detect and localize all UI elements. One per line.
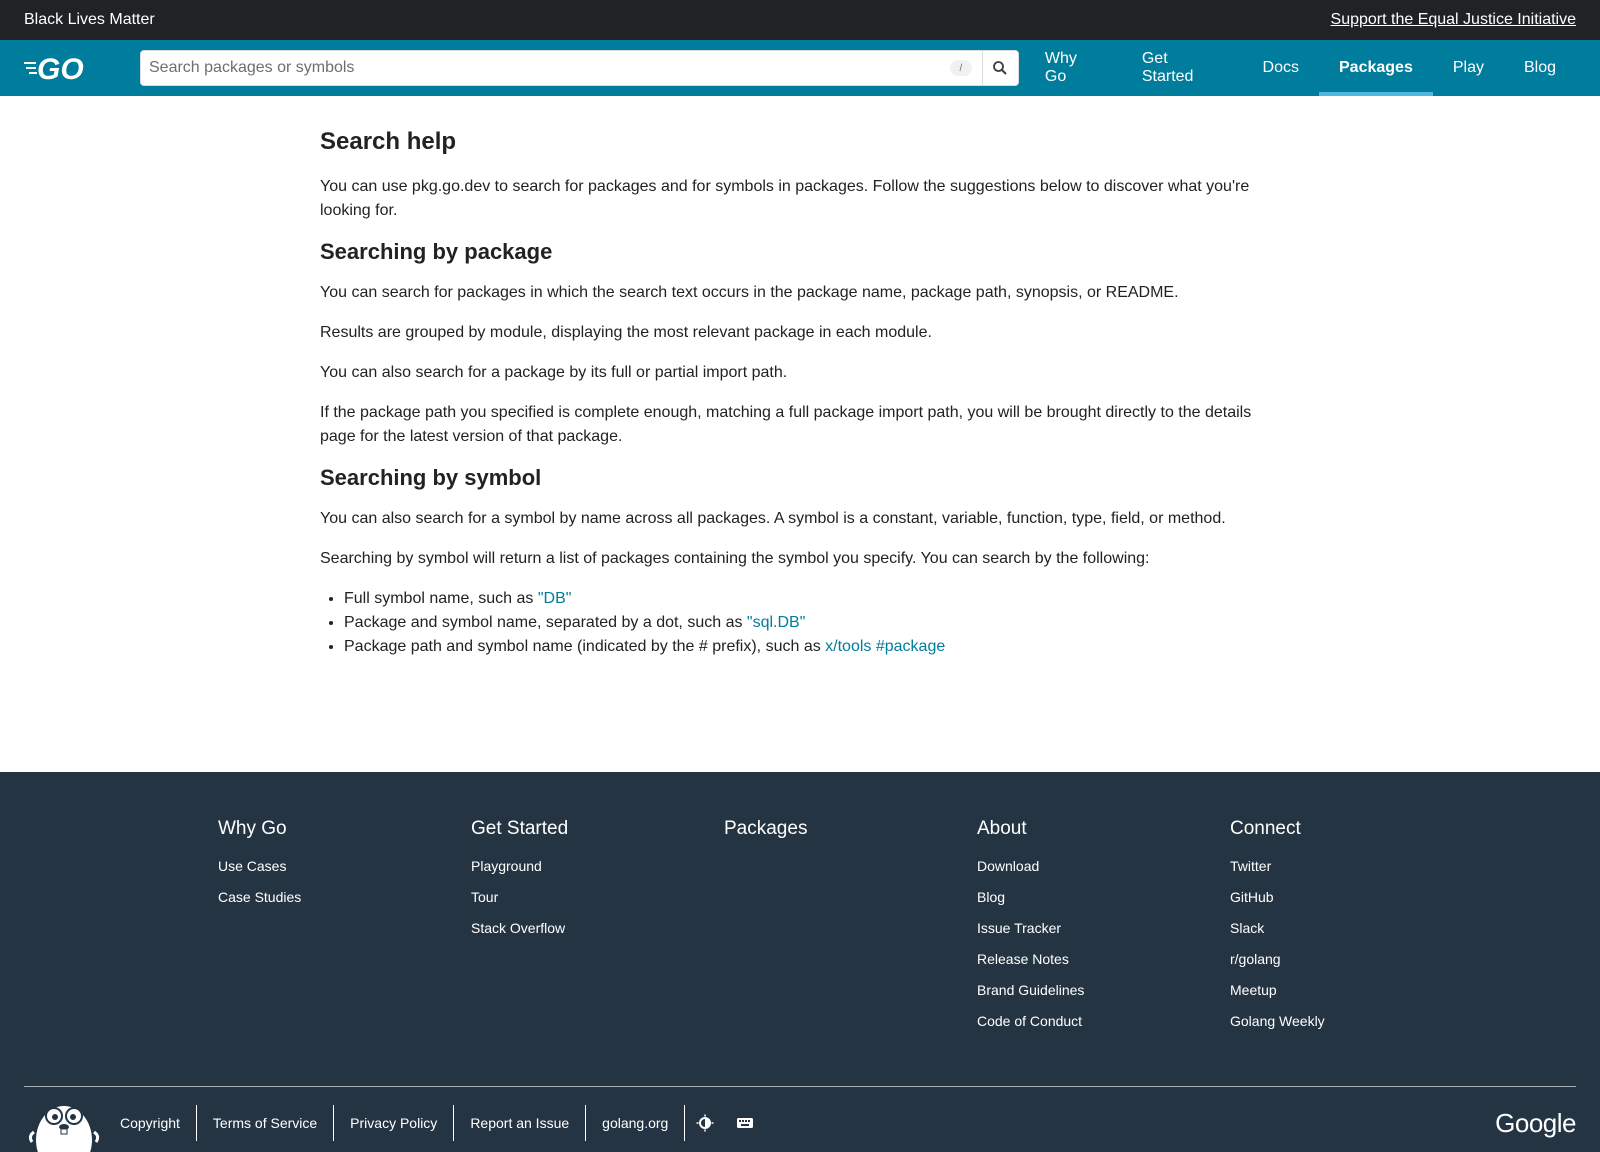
search-button[interactable]	[981, 51, 1018, 85]
package-paragraph: You can also search for a package by its…	[320, 364, 788, 381]
report-issue-link[interactable]: Report an Issue	[454, 1105, 587, 1141]
nav-play[interactable]: Play	[1433, 40, 1504, 96]
banner-text: Black Lives Matter	[24, 11, 155, 28]
footer-link[interactable]: Issue Tracker	[977, 920, 1230, 936]
footer-link[interactable]: Download	[977, 858, 1230, 874]
go-logo[interactable]: GO	[24, 52, 106, 84]
list-item-text: Package path and symbol name (indicated …	[344, 638, 826, 655]
google-logo[interactable]: Google	[1495, 1108, 1576, 1139]
footer-link[interactable]: Release Notes	[977, 951, 1230, 967]
symbol-paragraph: Searching by symbol will return a list o…	[320, 550, 1150, 567]
list-item-text: Full symbol name, such as	[344, 590, 538, 607]
svg-text:GO: GO	[37, 53, 84, 84]
list-item: Package path and symbol name (indicated …	[344, 635, 1260, 659]
main-nav: Why Go Get Started Docs Packages Play Bl…	[1025, 40, 1576, 96]
golang-org-link[interactable]: golang.org	[586, 1105, 686, 1141]
footer-col-title[interactable]: Connect	[1230, 818, 1483, 840]
terms-link[interactable]: Terms of Service	[197, 1105, 335, 1141]
intro-text: You can use pkg.go.dev to search for pac…	[320, 178, 1250, 219]
footer-col-why-go: Why Go Use Cases Case Studies	[218, 818, 471, 1044]
list-item-text: Package and symbol name, separated by a …	[344, 614, 747, 631]
footer-link[interactable]: Brand Guidelines	[977, 982, 1230, 998]
footer-bottom-bar: Copyright Terms of Service Privacy Polic…	[24, 1094, 1576, 1152]
site-header: GO / Why Go Get Started Docs Packages Pl…	[0, 40, 1600, 96]
symbol-search-options: Full symbol name, such as "DB" Package a…	[344, 587, 1260, 659]
footer-col-title[interactable]: Get Started	[471, 818, 724, 840]
footer-link[interactable]: Code of Conduct	[977, 1013, 1230, 1029]
footer-link[interactable]: Use Cases	[218, 858, 471, 874]
list-item: Full symbol name, such as "DB"	[344, 587, 1260, 611]
nav-get-started[interactable]: Get Started	[1122, 40, 1243, 96]
footer-col-title[interactable]: Why Go	[218, 818, 471, 840]
symbol-heading: Searching by symbol	[320, 465, 542, 490]
gopher-mascot-icon	[24, 1094, 104, 1152]
search-shortcut-hint: /	[949, 60, 972, 76]
package-paragraph: Results are grouped by module, displayin…	[320, 324, 932, 341]
example-link-xtools-package[interactable]: x/tools #package	[825, 638, 945, 655]
footer-link[interactable]: Meetup	[1230, 982, 1483, 998]
nav-docs[interactable]: Docs	[1243, 40, 1319, 96]
nav-why-go[interactable]: Why Go	[1025, 40, 1122, 96]
package-heading: Searching by package	[320, 239, 553, 264]
package-paragraph: You can search for packages in which the…	[320, 284, 1179, 301]
footer-columns: Why Go Use Cases Case Studies Get Starte…	[218, 818, 1483, 1044]
footer-link[interactable]: Blog	[977, 889, 1230, 905]
search-icon	[993, 61, 1008, 75]
example-link-db[interactable]: "DB"	[538, 590, 572, 607]
symbol-paragraph: You can also search for a symbol by name…	[320, 510, 1226, 527]
footer-link[interactable]: Golang Weekly	[1230, 1013, 1483, 1029]
footer-col-connect: Connect Twitter GitHub Slack r/golang Me…	[1230, 818, 1483, 1044]
copyright-link[interactable]: Copyright	[120, 1105, 197, 1141]
footer-link[interactable]: Twitter	[1230, 858, 1483, 874]
top-banner: Black Lives Matter Support the Equal Jus…	[0, 0, 1600, 40]
equal-justice-link[interactable]: Support the Equal Justice Initiative	[1331, 11, 1576, 29]
keyboard-shortcuts-icon[interactable]	[725, 1105, 765, 1141]
footer-link[interactable]: Stack Overflow	[471, 920, 724, 936]
footer-col-title[interactable]: About	[977, 818, 1230, 840]
search-input[interactable]	[141, 51, 950, 85]
footer-link[interactable]: Tour	[471, 889, 724, 905]
nav-packages[interactable]: Packages	[1319, 40, 1433, 96]
theme-toggle-icon[interactable]	[685, 1105, 725, 1141]
footer-link[interactable]: GitHub	[1230, 889, 1483, 905]
footer-link[interactable]: Case Studies	[218, 889, 471, 905]
footer-col-about: About Download Blog Issue Tracker Releas…	[977, 818, 1230, 1044]
example-link-sql-db[interactable]: "sql.DB"	[747, 614, 805, 631]
search-box: /	[140, 50, 1019, 86]
footer-link[interactable]: r/golang	[1230, 951, 1483, 967]
package-paragraph: If the package path you specified is com…	[320, 404, 1252, 445]
page-title: Search help	[320, 128, 457, 155]
search-help-content: Search help You can use pkg.go.dev to se…	[320, 96, 1260, 659]
site-footer: Why Go Use Cases Case Studies Get Starte…	[0, 772, 1600, 1152]
list-item: Package and symbol name, separated by a …	[344, 611, 1260, 635]
footer-col-title[interactable]: Packages	[724, 818, 977, 840]
footer-link[interactable]: Playground	[471, 858, 724, 874]
footer-col-packages: Packages	[724, 818, 977, 1044]
footer-divider	[24, 1086, 1576, 1087]
nav-blog[interactable]: Blog	[1504, 40, 1576, 96]
footer-col-get-started: Get Started Playground Tour Stack Overfl…	[471, 818, 724, 1044]
footer-link[interactable]: Slack	[1230, 920, 1483, 936]
privacy-link[interactable]: Privacy Policy	[334, 1105, 455, 1141]
